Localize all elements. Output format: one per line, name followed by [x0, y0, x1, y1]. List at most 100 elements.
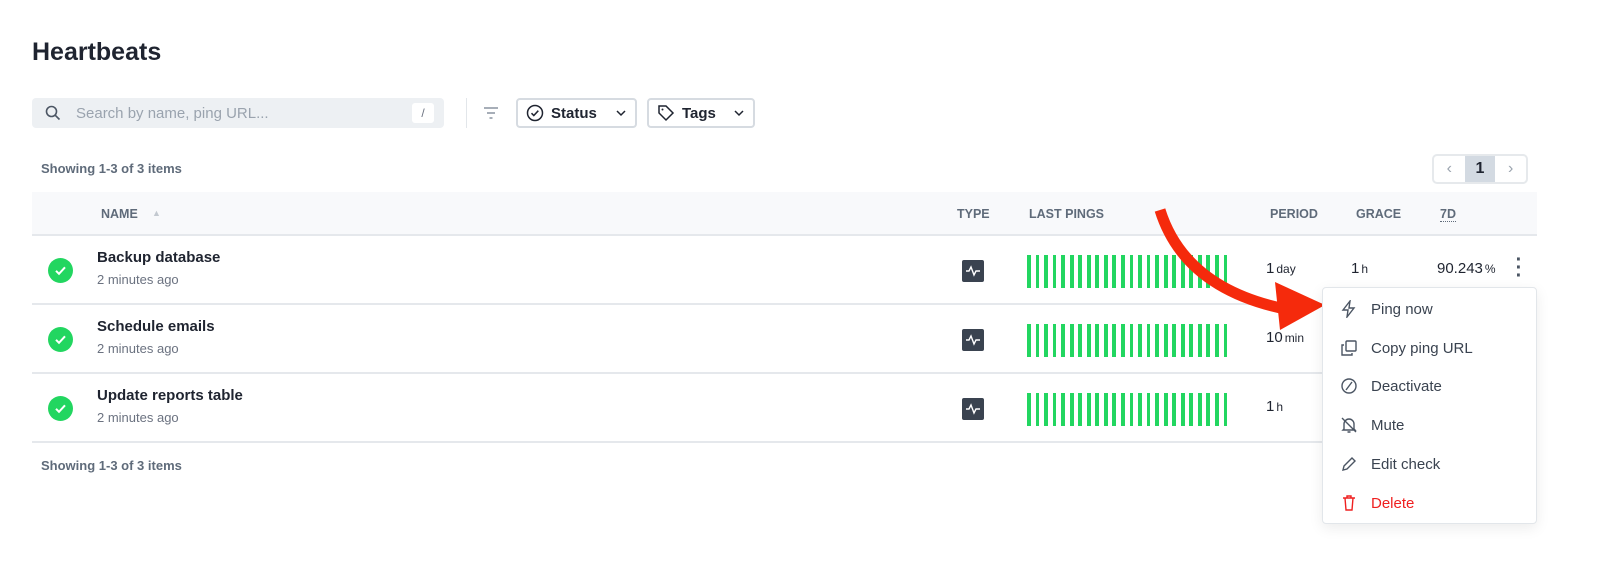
shortcut-hint: /	[412, 103, 434, 123]
period-value: 1h	[1266, 398, 1284, 415]
status-filter-button[interactable]: Status	[516, 98, 637, 128]
ping-bar	[1086, 393, 1091, 426]
menu-item-edit-check[interactable]: Edit check	[1340, 455, 1440, 473]
menu-item-delete[interactable]: Delete	[1340, 494, 1414, 512]
ping-bar	[1103, 255, 1108, 288]
ping-bar	[1095, 255, 1100, 288]
check-circle-icon	[526, 104, 544, 122]
next-page-button[interactable]: ›	[1495, 156, 1526, 182]
status-up-icon	[48, 327, 73, 352]
search-icon	[45, 105, 61, 121]
chevron-down-icon	[734, 110, 744, 117]
last-ping-time: 2 minutes ago	[97, 272, 179, 287]
heartbeat-type-icon	[962, 260, 984, 282]
ping-bar	[1052, 255, 1057, 288]
ping-bar	[1061, 393, 1065, 426]
items-count: Showing 1-3 of 3 items	[41, 161, 182, 176]
pagination: ‹ 1 ›	[1432, 154, 1528, 184]
prev-page-button[interactable]: ‹	[1434, 156, 1465, 182]
ping-bar	[1129, 324, 1134, 357]
col-7d[interactable]: 7D	[1440, 207, 1456, 222]
menu-item-mute[interactable]: Mute	[1340, 416, 1404, 434]
page-1-button[interactable]: 1	[1464, 156, 1496, 182]
ping-bar	[1086, 255, 1091, 288]
ping-bar	[1129, 393, 1134, 426]
ping-bar	[1095, 324, 1100, 357]
status-up-icon	[48, 258, 73, 283]
menu-item-ping-now[interactable]: Ping now	[1340, 300, 1433, 318]
ping-bar	[1027, 324, 1031, 357]
ping-bar	[1035, 255, 1040, 288]
page-title: Heartbeats	[32, 38, 162, 66]
pencil-icon	[1342, 457, 1356, 471]
ping-bar	[1155, 393, 1159, 426]
filter-icon[interactable]	[483, 106, 499, 120]
items-count-footer: Showing 1-3 of 3 items	[41, 458, 182, 473]
heartbeat-type-icon	[962, 329, 984, 351]
ping-bar	[1086, 324, 1091, 357]
chevron-down-icon	[616, 110, 626, 117]
bolt-icon	[1341, 300, 1356, 318]
col-name[interactable]: NAME	[101, 207, 138, 221]
ping-bar	[1215, 393, 1219, 426]
ping-bar	[1121, 393, 1125, 426]
search-input[interactable]	[76, 98, 396, 128]
ping-bar	[1069, 393, 1074, 426]
menu-item-copy-ping-url[interactable]: Copy ping URL	[1340, 339, 1473, 357]
menu-item-deactivate[interactable]: Deactivate	[1340, 377, 1442, 395]
last-ping-time: 2 minutes ago	[97, 341, 179, 356]
more-actions-icon[interactable]: · · ·	[1515, 250, 1523, 286]
check-name[interactable]: Update reports table	[97, 387, 243, 404]
ping-bar	[1069, 255, 1074, 288]
tags-filter-label: Tags	[682, 104, 716, 122]
ping-bar	[1146, 393, 1151, 426]
check-name[interactable]: Backup database	[97, 249, 220, 266]
status-filter-label: Status	[551, 104, 597, 122]
divider	[466, 98, 467, 128]
ping-bar	[1121, 324, 1125, 357]
check-name[interactable]: Schedule emails	[97, 318, 215, 335]
ping-bar	[1172, 393, 1177, 426]
ping-bar	[1027, 255, 1031, 288]
annotation-arrow	[1154, 208, 1325, 330]
ping-bar	[1163, 393, 1168, 426]
ping-bar	[1035, 324, 1040, 357]
row-actions-menu: Ping now Copy ping URL Deactivate Mute E…	[1322, 287, 1537, 524]
sort-icon[interactable]: ▲	[152, 208, 161, 218]
ping-bar	[1035, 393, 1040, 426]
heartbeat-type-icon	[962, 398, 984, 420]
ban-icon	[1341, 378, 1357, 394]
status-up-icon	[48, 396, 73, 421]
ping-bar	[1044, 255, 1048, 288]
search-box[interactable]: /	[32, 98, 444, 128]
ping-bar	[1138, 393, 1142, 426]
ping-bar	[1078, 393, 1083, 426]
ping-bar	[1121, 255, 1125, 288]
trash-icon	[1343, 495, 1355, 511]
ping-bar	[1052, 324, 1057, 357]
ping-bar	[1027, 393, 1031, 426]
last-ping-time: 2 minutes ago	[97, 410, 179, 425]
ping-bar	[1078, 324, 1083, 357]
ping-bar	[1112, 393, 1117, 426]
tags-filter-button[interactable]: Tags	[647, 98, 755, 128]
table-row[interactable]: Update reports table 2 minutes ago 1h	[32, 374, 1537, 443]
ping-bar	[1061, 255, 1065, 288]
ping-bar	[1103, 393, 1108, 426]
ping-bar	[1061, 324, 1065, 357]
col-last-pings: LAST PINGS	[1029, 207, 1105, 221]
ping-bar	[1180, 393, 1185, 426]
ping-bar	[1069, 324, 1074, 357]
col-type: TYPE	[957, 207, 990, 221]
grace-value: 1h	[1351, 260, 1369, 277]
ping-bar	[1206, 393, 1211, 426]
ping-bar	[1078, 255, 1083, 288]
bell-off-icon	[1341, 417, 1357, 433]
last-pings-bars	[1027, 393, 1228, 426]
col-grace: GRACE	[1356, 207, 1402, 221]
ping-bar	[1189, 393, 1194, 426]
uptime-value: 90.243%	[1437, 260, 1496, 277]
ping-bar	[1044, 324, 1048, 357]
ping-bar	[1223, 393, 1228, 426]
ping-bar	[1052, 393, 1057, 426]
